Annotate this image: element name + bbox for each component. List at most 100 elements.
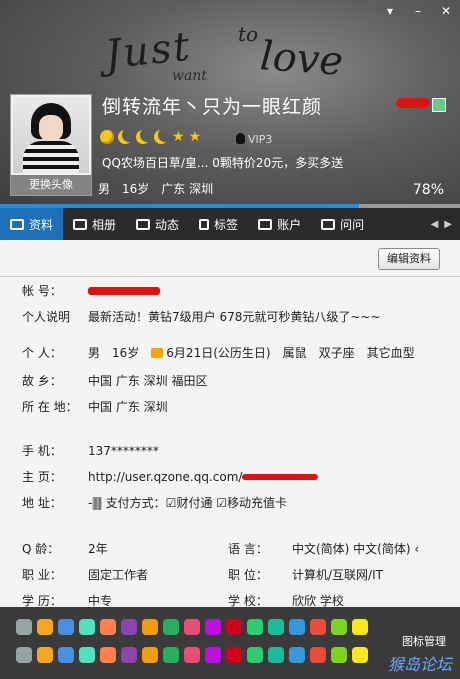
moon-icon xyxy=(136,130,150,144)
service-icon[interactable] xyxy=(37,647,53,663)
tab-feed[interactable]: 动态 xyxy=(126,208,189,240)
watermark: 猴岛论坛 xyxy=(387,655,452,674)
service-icon[interactable] xyxy=(184,647,200,663)
completion-percent: 78% xyxy=(412,182,444,198)
menu-icon[interactable]: ▾ xyxy=(382,4,398,18)
service-icon[interactable] xyxy=(352,619,368,635)
redaction-mark xyxy=(88,286,160,295)
service-icon[interactable] xyxy=(268,619,284,635)
gender-value: 男 xyxy=(88,346,101,360)
album-icon xyxy=(73,218,88,230)
field-label: 个人说明 xyxy=(22,310,71,324)
field-value: 2年 xyxy=(88,542,108,556)
tab-question[interactable]: 问问 xyxy=(311,208,374,240)
birthday-value: 6月21日(公历生日) xyxy=(166,346,271,360)
homepage-link[interactable]: http://user.qzone.qq.com/ xyxy=(88,470,242,484)
account-row: 帐 号： xyxy=(22,282,160,299)
signature-row: 个人说明 最新活动！黄钻7级用户 678元就可秒黄钻八级了~~~ xyxy=(22,308,381,325)
mobile-row: 手 机： 137******** xyxy=(22,442,159,459)
tab-label: 动态 xyxy=(155,217,180,232)
service-icon-bar: 图标管理 猴岛论坛 xyxy=(0,607,460,679)
service-icon[interactable] xyxy=(205,619,221,635)
residence-row: 所 在 地： 中国 广东 深圳 xyxy=(22,398,168,415)
minimize-icon[interactable]: – xyxy=(410,4,426,18)
service-icon[interactable] xyxy=(205,647,221,663)
account-icon xyxy=(258,218,273,230)
tab-label: 账户 xyxy=(277,217,302,232)
service-icon[interactable] xyxy=(121,619,137,635)
field-label: 所 在 地： xyxy=(22,400,78,414)
field-label: 语 言： xyxy=(228,542,268,556)
service-icon[interactable] xyxy=(247,647,263,663)
profile-banner: Just to love want ▾ – ✕ 更换头像 倒转流年丶只为一眼红颜… xyxy=(0,0,460,205)
tab-tags[interactable]: 标签 xyxy=(189,208,248,240)
service-icon[interactable] xyxy=(226,647,242,663)
service-icon[interactable] xyxy=(79,619,95,635)
service-icon[interactable] xyxy=(100,647,116,663)
feed-icon xyxy=(136,218,151,230)
service-icon[interactable] xyxy=(247,619,263,635)
service-icon[interactable] xyxy=(310,619,326,635)
zodiac-value: 属鼠 xyxy=(282,346,307,360)
service-icon[interactable] xyxy=(289,647,305,663)
service-icon[interactable] xyxy=(268,647,284,663)
service-icon[interactable] xyxy=(58,647,74,663)
field-label: 故 乡： xyxy=(22,374,62,388)
field-value: 固定工作者 xyxy=(88,568,149,582)
profile-card-icon xyxy=(10,218,24,230)
service-icon[interactable] xyxy=(79,647,95,663)
field-value: 中文(简体) 中文(简体) ‹ xyxy=(292,542,420,556)
arrow-right-icon[interactable]: ▶ xyxy=(444,219,452,230)
service-icon[interactable] xyxy=(142,619,158,635)
service-icon[interactable] xyxy=(226,619,242,635)
service-icon[interactable] xyxy=(58,619,74,635)
service-icon[interactable] xyxy=(16,647,32,663)
question-icon xyxy=(321,218,336,230)
gender-label: 男 xyxy=(98,182,111,196)
service-icon[interactable] xyxy=(352,647,368,663)
level-icons[interactable]: ★ ★ xyxy=(100,130,201,144)
tab-profile[interactable]: 资料 xyxy=(0,208,64,240)
service-icon[interactable] xyxy=(37,619,53,635)
service-icon[interactable] xyxy=(331,619,347,635)
moon-icon xyxy=(118,130,132,144)
service-icon[interactable] xyxy=(184,619,200,635)
service-icon[interactable] xyxy=(100,619,116,635)
personal-row: 个 人： 男 16岁 6月21日(公历生日) 属鼠 双子座 其它血型 xyxy=(22,344,415,361)
edit-profile-button[interactable]: 编辑资料 xyxy=(378,248,440,270)
banner-word-love: love xyxy=(258,33,345,85)
arrow-left-icon[interactable]: ◀ xyxy=(431,219,439,230)
tab-album[interactable]: 相册 xyxy=(63,208,126,240)
service-icon[interactable] xyxy=(16,619,32,635)
change-avatar-button[interactable]: 更换头像 xyxy=(11,175,91,195)
avatar[interactable]: 更换头像 xyxy=(10,94,92,196)
service-icon[interactable] xyxy=(142,647,158,663)
divider xyxy=(0,276,460,277)
service-icon[interactable] xyxy=(163,647,179,663)
service-icon[interactable] xyxy=(163,619,179,635)
mail-icon[interactable] xyxy=(432,98,446,112)
service-icon[interactable] xyxy=(310,647,326,663)
sun-icon xyxy=(100,130,114,144)
icon-manager-link[interactable]: 图标管理 xyxy=(402,633,446,649)
field-label: 主 页： xyxy=(22,470,62,484)
constellation-value: 双子座 xyxy=(318,346,355,360)
service-icon[interactable] xyxy=(331,647,347,663)
service-icon[interactable] xyxy=(121,647,137,663)
promo-text[interactable]: QQ农场百日草/皇... 0颗特价20元，多买多送 xyxy=(102,154,343,171)
field-value: 中国 广东 深圳 xyxy=(88,400,168,414)
vip-badge[interactable]: VIP3 xyxy=(248,133,272,146)
qage-row: Q 龄： 2年 xyxy=(22,540,108,557)
tab-account[interactable]: 账户 xyxy=(248,208,311,240)
banner-word-to: to xyxy=(238,22,259,46)
star-icon: ★ xyxy=(172,129,185,145)
close-icon[interactable]: ✕ xyxy=(438,4,454,18)
service-icons-row-1 xyxy=(16,619,368,635)
basic-info: 男 16岁 广东 深圳 xyxy=(98,180,213,197)
field-value: 中国 广东 深圳 福田区 xyxy=(88,374,208,388)
nickname: 倒转流年丶只为一眼红颜 xyxy=(102,96,323,118)
crown-icon xyxy=(151,347,164,358)
service-icon[interactable] xyxy=(289,619,305,635)
address-row: 地 址： -🀫 支付方式：☑财付通 ☑移动充值卡 xyxy=(22,494,287,511)
service-icons-row-2 xyxy=(16,647,368,663)
